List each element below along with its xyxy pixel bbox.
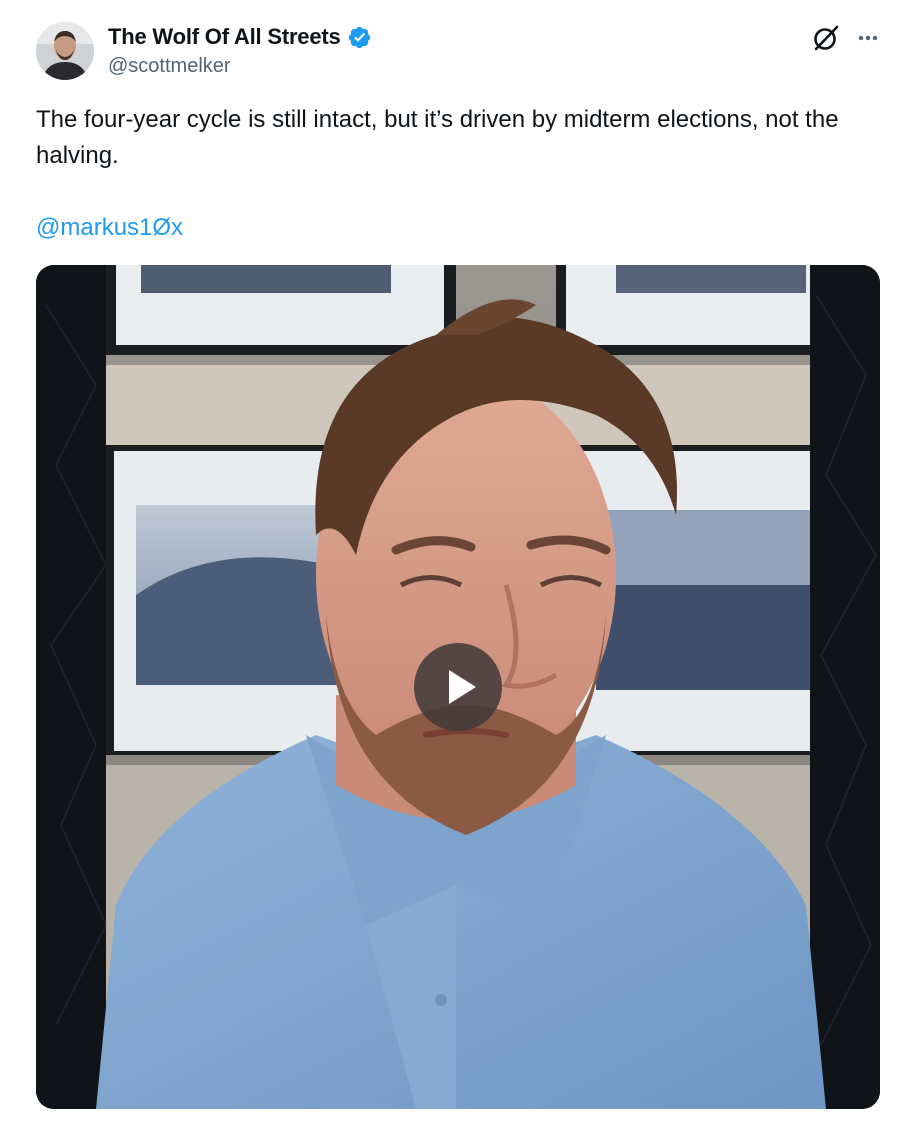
play-button[interactable] [414, 643, 502, 731]
verified-badge-icon [347, 25, 372, 50]
mention-link[interactable]: @markus1Øx [36, 210, 183, 246]
tweet-text: The four-year cycle is still intact, but… [36, 106, 839, 169]
play-icon [449, 670, 476, 704]
avatar[interactable] [36, 22, 94, 80]
more-options-icon[interactable] [852, 22, 884, 54]
author-display-name[interactable]: The Wolf Of All Streets [108, 24, 341, 50]
author-name[interactable]: The Wolf Of All Streets [108, 24, 372, 50]
grok-icon[interactable] [810, 22, 842, 54]
author-handle[interactable]: @scottmelker [108, 55, 231, 78]
